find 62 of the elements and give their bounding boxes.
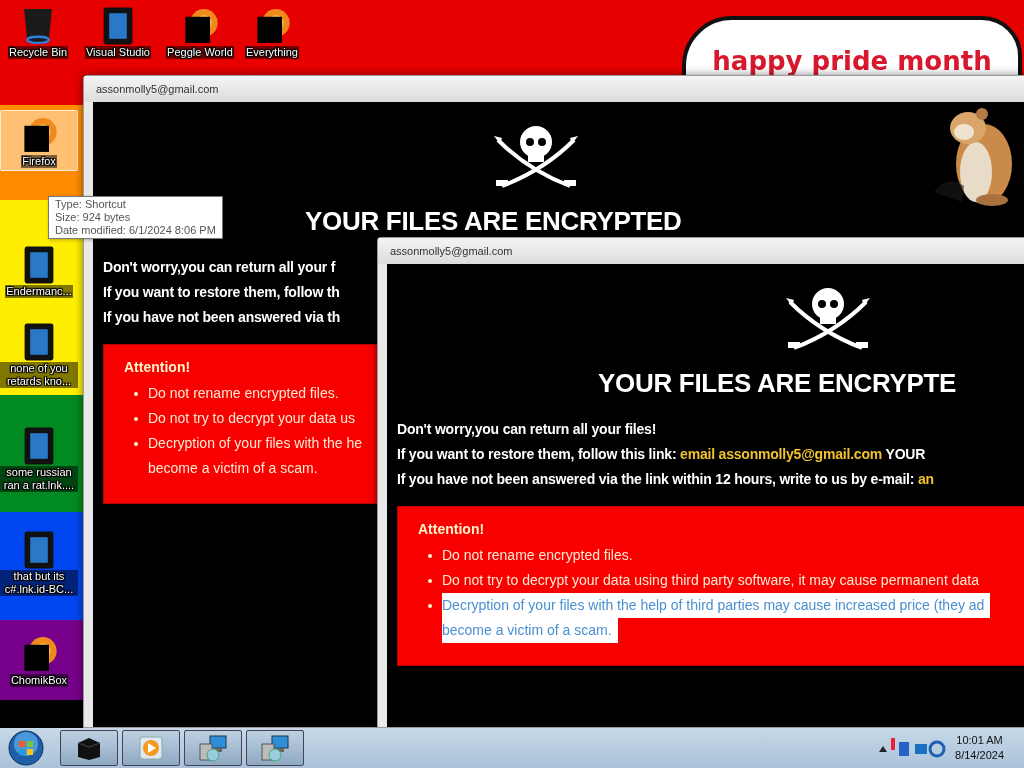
bullet-icon <box>134 417 138 421</box>
desktop-icon[interactable]: Recycle Bin <box>0 2 76 61</box>
warning-item: Decryption of your files with the he <box>148 434 363 453</box>
icon-label: Visual Studio <box>85 46 151 59</box>
message-line: Don't worry,you can return all your f <box>103 258 337 277</box>
warning-item: Do not try to decrypt your data using third party software, it may cause permanent data <box>442 571 980 590</box>
desktop-icon[interactable]: Visual Studio <box>80 2 156 61</box>
bullet-icon <box>428 554 432 558</box>
icon-label: Firefox <box>21 155 57 168</box>
message-line: If you have not been answered via th <box>103 308 342 327</box>
ransom-heading: YOUR FILES ARE ENCRYPTED <box>305 206 682 237</box>
desktop-icon[interactable]: some russian ran a rat.lnk.... <box>0 422 78 494</box>
sticker-text: happy pride month <box>712 46 992 76</box>
bullet-icon <box>428 604 432 608</box>
warning-item: become a victim of a scam. <box>442 618 618 643</box>
tooltip-line: Size: 924 bytes <box>55 211 132 224</box>
bullet-icon <box>134 442 138 446</box>
icon-label: none of you retards kno... <box>0 362 78 388</box>
warning-item: Do not try to decrypt your data us <box>148 409 356 428</box>
email-link[interactable]: email assonmolly5@gmail.com <box>680 446 883 462</box>
message-line: If you want to restore them, follow th <box>103 283 341 302</box>
window-title: assonmolly5@gmail.com <box>96 83 219 95</box>
warning-item: become a victim of a scam. <box>148 459 319 478</box>
taskbar-button[interactable] <box>246 730 304 766</box>
installer-icon <box>198 734 228 762</box>
icon-label: Peggle World <box>166 46 234 59</box>
clock-date: 8/14/2024 <box>955 748 1004 763</box>
warning-item: Do not rename encrypted files. <box>148 384 340 403</box>
tooltip-line: Type: Shortcut <box>55 198 127 211</box>
message-line: Don't worry,you can return all your files! <box>397 420 658 439</box>
installer-icon <box>260 734 290 762</box>
clock-time: 10:01 AM <box>956 733 1003 748</box>
tray-icons-drawing <box>877 736 948 760</box>
message-line: If you have not been answered via the link within 12 hours, write to us by e-mail: an <box>397 470 935 489</box>
box-icon <box>75 735 103 761</box>
icon-label: Everything <box>245 46 299 59</box>
warning-item: Decryption of your files with the help of third parties may cause increased price (they ad <box>442 593 991 618</box>
taskbar-button[interactable] <box>122 730 180 766</box>
email-link[interactable]: an <box>917 471 934 487</box>
desktop-icon[interactable]: ChomikBox <box>0 630 78 689</box>
icon-label: Endermanc... <box>5 285 73 298</box>
media-player-icon <box>138 735 164 761</box>
desktop-icon[interactable]: that but its c#.lnk.id-BC... <box>0 526 78 598</box>
desktop-icon[interactable]: Endermanc... <box>0 241 78 300</box>
icon-label: some russian ran a rat.lnk.... <box>0 466 78 492</box>
warning-item: Do not rename encrypted files. <box>442 546 634 565</box>
tooltip-line: Date modified: 6/1/2024 8:06 PM <box>55 224 216 237</box>
message-line: If you want to restore them, follow this link: email assonmolly5@gmail.com YOUR <box>397 445 927 464</box>
start-button[interactable] <box>8 730 44 766</box>
bullet-icon <box>428 579 432 583</box>
desktop-icon[interactable]: none of you retards kno... <box>0 318 78 390</box>
taskbar-button[interactable] <box>60 730 118 766</box>
warning-title: Attention! <box>124 359 192 375</box>
icon-label: ChomikBox <box>9 674 69 687</box>
taskbar-button[interactable] <box>184 730 242 766</box>
icon-label: that but its c#.lnk.id-BC... <box>0 570 78 596</box>
ransom-heading: YOUR FILES ARE ENCRYPTE <box>598 368 957 399</box>
window-title: assonmolly5@gmail.com <box>390 245 513 257</box>
desktop-icon[interactable]: Firefox <box>0 110 78 171</box>
bullet-icon <box>134 392 138 396</box>
icon-label: Recycle Bin <box>7 46 69 59</box>
warning-title: Attention! <box>418 521 486 537</box>
